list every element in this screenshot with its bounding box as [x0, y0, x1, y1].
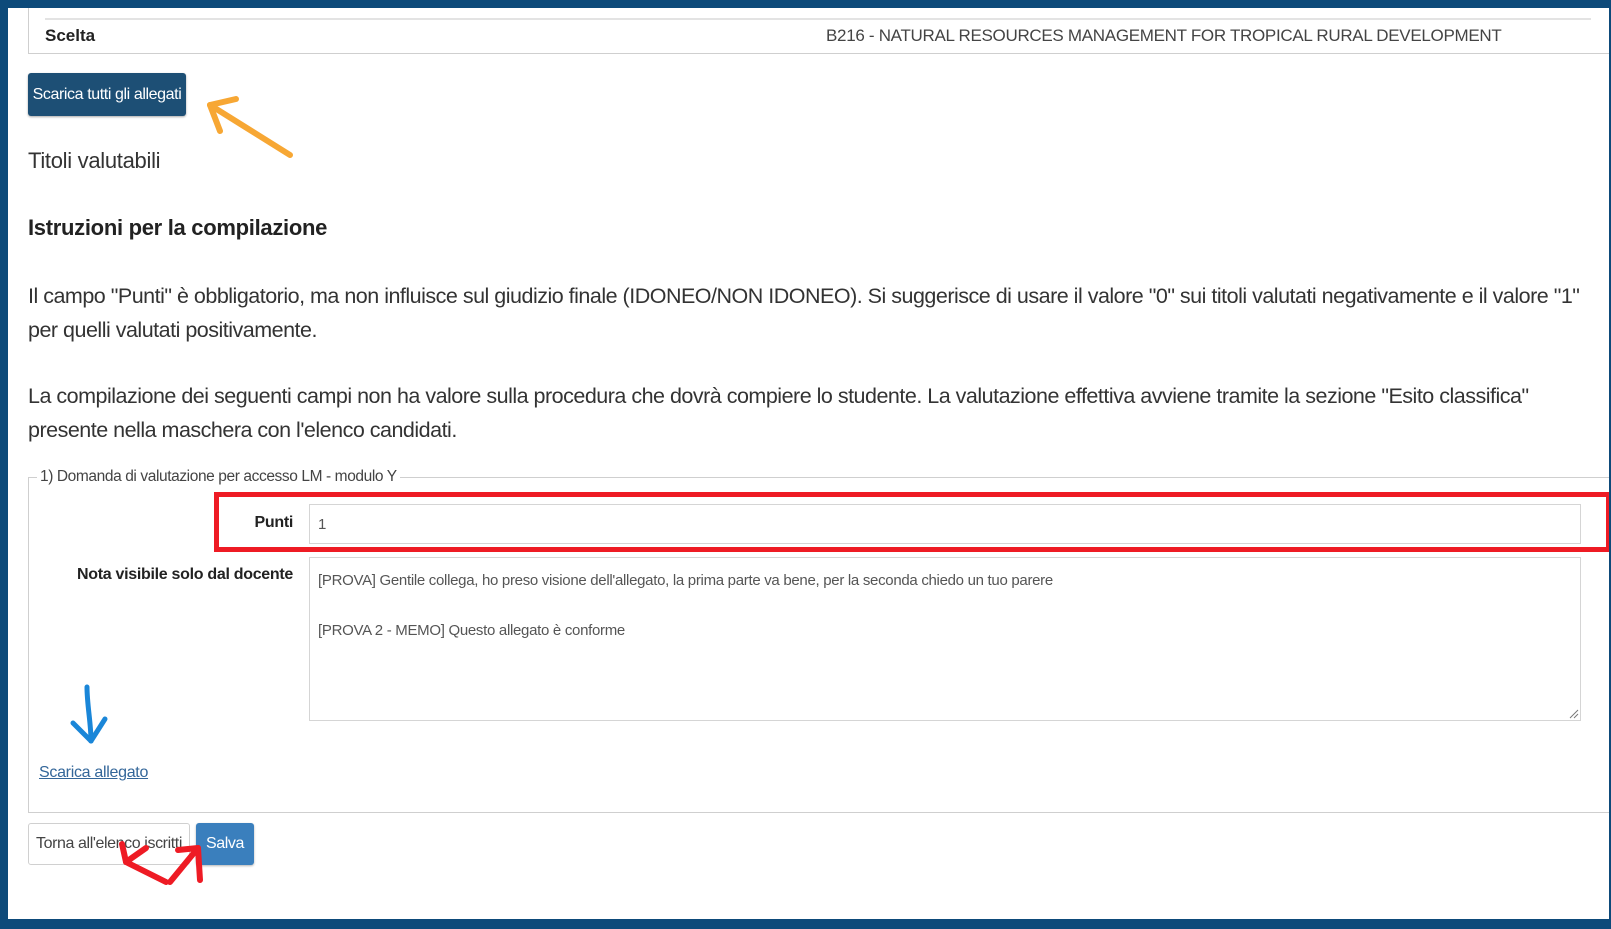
download-all-attachments-button[interactable]: Scarica tutti gli allegati: [28, 73, 186, 116]
instructions-paragraph-2: La compilazione dei seguenti campi non h…: [28, 384, 1529, 442]
fieldset-legend: 1) Domanda di valutazione per accesso LM…: [37, 468, 400, 486]
blue-arrow-annotation: [70, 684, 108, 744]
divider: [45, 18, 1591, 20]
nota-textarea[interactable]: [PROVA] Gentile collega, ho preso vision…: [309, 557, 1581, 721]
red-arrows-annotation: [119, 841, 203, 885]
page-frame: Scelta B216 - NATURAL RESOURCES MANAGEME…: [8, 8, 1609, 919]
resize-handle-icon[interactable]: [1569, 709, 1579, 719]
orange-arrow-annotation: [207, 96, 293, 158]
nota-label: Nota visibile solo dal docente: [77, 566, 293, 583]
scelta-label: Scelta: [45, 26, 96, 45]
scelta-value: B216 - NATURAL RESOURCES MANAGEMENT FOR …: [826, 26, 1502, 45]
instructions-heading: Istruzioni per la compilazione: [28, 215, 328, 240]
instructions-paragraph-1: Il campo "Punti" è obbligatorio, ma non …: [28, 284, 1580, 342]
punti-highlight-annotation: [214, 492, 1609, 552]
download-attachment-link[interactable]: Scarica allegato: [39, 764, 148, 782]
scelta-row: Scelta B216 - NATURAL RESOURCES MANAGEME…: [28, 8, 1609, 54]
section-title: Titoli valutabili: [28, 148, 161, 173]
